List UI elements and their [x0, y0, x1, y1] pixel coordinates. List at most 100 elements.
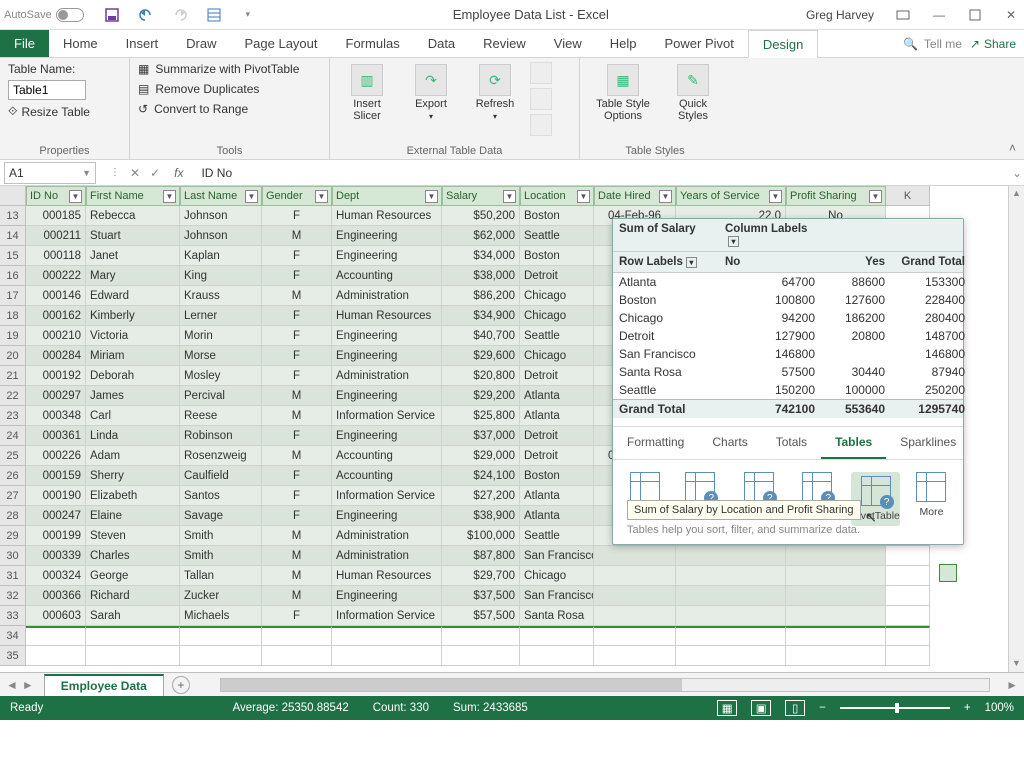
cell[interactable]	[332, 646, 442, 666]
cell[interactable]: Kaplan	[180, 246, 262, 266]
cell[interactable]	[886, 626, 930, 646]
cell[interactable]: Atlanta	[520, 386, 594, 406]
cell[interactable]: Human Resources	[332, 566, 442, 586]
cell[interactable]: Accounting	[332, 266, 442, 286]
cell[interactable]: Administration	[332, 366, 442, 386]
column-letter[interactable]: K	[886, 186, 930, 206]
cell[interactable]: Rosenzweig	[180, 446, 262, 466]
row-header[interactable]: 35	[0, 646, 26, 666]
cell[interactable]	[676, 546, 786, 566]
qa-tab-charts[interactable]: Charts	[698, 427, 761, 459]
cell[interactable]: Zucker	[180, 586, 262, 606]
cell[interactable]: $25,800	[442, 406, 520, 426]
cell[interactable]: 000247	[26, 506, 86, 526]
dropdown-icon[interactable]: ⋮	[110, 167, 120, 178]
cell[interactable]: 000162	[26, 306, 86, 326]
cell[interactable]: Sarah	[86, 606, 180, 626]
row-header[interactable]: 26	[0, 466, 26, 486]
summarize-pivot-button[interactable]: ▦Summarize with PivotTable	[138, 62, 299, 76]
cell[interactable]: Elaine	[86, 506, 180, 526]
cell[interactable]: Engineering	[332, 246, 442, 266]
autosave-toggle[interactable]: AutoSave	[4, 8, 84, 22]
cell[interactable]: F	[262, 346, 332, 366]
cell[interactable]: Boston	[520, 206, 594, 226]
cell[interactable]: M	[262, 286, 332, 306]
cell[interactable]: Information Service	[332, 486, 442, 506]
table-name-input[interactable]	[8, 80, 86, 100]
cell[interactable]	[786, 626, 886, 646]
row-header[interactable]: 27	[0, 486, 26, 506]
browser-icon[interactable]	[530, 88, 552, 110]
row-header[interactable]: 33	[0, 606, 26, 626]
cell[interactable]: F	[262, 306, 332, 326]
cell[interactable]: 000226	[26, 446, 86, 466]
cell[interactable]: M	[262, 566, 332, 586]
tab-insert[interactable]: Insert	[112, 30, 173, 57]
column-header[interactable]: Dept▼	[332, 186, 442, 206]
cell[interactable]: F	[262, 426, 332, 446]
row-header[interactable]: 28	[0, 506, 26, 526]
cell[interactable]: Smith	[180, 546, 262, 566]
chevron-down-icon[interactable]: ▼	[82, 168, 91, 178]
cell[interactable]: Sherry	[86, 466, 180, 486]
filter-dropdown-icon[interactable]: ▼	[503, 190, 516, 203]
cell[interactable]	[442, 626, 520, 646]
zoom-out-icon[interactable]: −	[819, 702, 826, 714]
cell[interactable]: Smith	[180, 526, 262, 546]
share-button[interactable]: ↗ Share	[970, 37, 1016, 51]
cell[interactable]: 000199	[26, 526, 86, 546]
cell[interactable]: Human Resources	[332, 306, 442, 326]
cell[interactable]	[594, 586, 676, 606]
cell[interactable]: $34,000	[442, 246, 520, 266]
cell[interactable]	[676, 606, 786, 626]
cell[interactable]: Charles	[86, 546, 180, 566]
cell[interactable]: Engineering	[332, 506, 442, 526]
cell[interactable]: $37,000	[442, 426, 520, 446]
cell[interactable]	[180, 646, 262, 666]
cell[interactable]: Savage	[180, 506, 262, 526]
cell[interactable]: Mosley	[180, 366, 262, 386]
cell[interactable]	[886, 546, 930, 566]
filter-dropdown-icon[interactable]: ▾	[728, 236, 739, 247]
cell[interactable]: F	[262, 366, 332, 386]
cell[interactable]: Krauss	[180, 286, 262, 306]
cell[interactable]	[886, 566, 930, 586]
cell[interactable]: 000603	[26, 606, 86, 626]
expand-formula-icon[interactable]: ⌄	[1010, 166, 1024, 180]
horizontal-scrollbar[interactable]	[220, 678, 990, 692]
row-header[interactable]: 20	[0, 346, 26, 366]
cell[interactable]: $38,000	[442, 266, 520, 286]
view-normal-icon[interactable]: ▦	[717, 700, 737, 716]
cell[interactable]: F	[262, 326, 332, 346]
cell[interactable]: Atlanta	[520, 486, 594, 506]
cell[interactable]: Mary	[86, 266, 180, 286]
cell[interactable]: Michaels	[180, 606, 262, 626]
row-header[interactable]: 18	[0, 306, 26, 326]
row-header[interactable]: 29	[0, 526, 26, 546]
qa-tab-tables[interactable]: Tables	[821, 427, 886, 459]
cell[interactable]: $38,900	[442, 506, 520, 526]
cell[interactable]	[86, 646, 180, 666]
cell[interactable]: Santos	[180, 486, 262, 506]
cell[interactable]: 000192	[26, 366, 86, 386]
cell[interactable]: Chicago	[520, 566, 594, 586]
cell[interactable]: F	[262, 606, 332, 626]
unlink-icon[interactable]	[530, 114, 552, 136]
cell[interactable]	[786, 606, 886, 626]
cell[interactable]: $37,500	[442, 586, 520, 606]
formula-input[interactable]: ID No	[197, 166, 1010, 180]
minimize-icon[interactable]: —	[930, 6, 948, 24]
cell[interactable]: Boston	[520, 466, 594, 486]
cell[interactable]: Caulfield	[180, 466, 262, 486]
quick-styles-button[interactable]: ✎Quick Styles	[664, 62, 722, 143]
cell[interactable]: 000190	[26, 486, 86, 506]
cell[interactable]	[786, 646, 886, 666]
maximize-icon[interactable]	[966, 6, 984, 24]
cell[interactable]: James	[86, 386, 180, 406]
save-icon[interactable]	[104, 7, 120, 23]
cell[interactable]: Chicago	[520, 286, 594, 306]
cell[interactable]: Kimberly	[86, 306, 180, 326]
cell[interactable]: M	[262, 526, 332, 546]
filter-dropdown-icon[interactable]: ▾	[686, 257, 697, 268]
cell[interactable]: $27,200	[442, 486, 520, 506]
